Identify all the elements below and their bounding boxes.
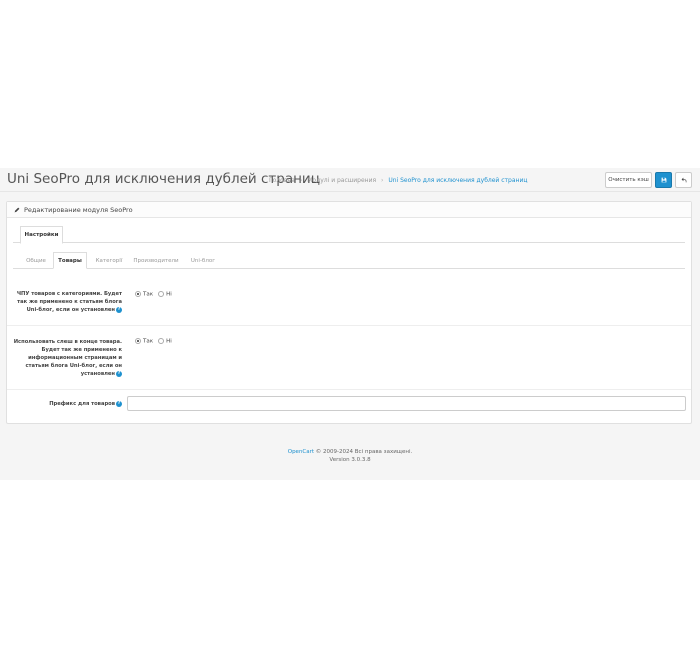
- help-icon[interactable]: ?: [116, 400, 122, 407]
- sub-tabs: Общие Товары Категорії Производители Uni…: [13, 252, 685, 269]
- radio-no[interactable]: Ні: [158, 291, 172, 298]
- tab-uni-blog[interactable]: Uni-блог: [183, 252, 223, 269]
- field-label: Использовать слеш в конце товара. Будет …: [7, 338, 122, 378]
- panel-heading-text: Редактирование модуля SeoPro: [24, 205, 133, 214]
- field-label: ЧПУ товаров с категориями. Будет так же …: [7, 290, 122, 314]
- back-button[interactable]: [675, 172, 692, 188]
- field-label-text: Префикс для товаров: [49, 401, 115, 407]
- tab-manufacturers[interactable]: Производители: [131, 252, 181, 269]
- form-row-trailing-slash: Использовать слеш в конце товара. Будет …: [7, 326, 691, 390]
- field-label-text: ЧПУ товаров с категориями. Будет так же …: [16, 291, 122, 313]
- opencart-link[interactable]: OpenCart: [288, 449, 314, 455]
- help-icon[interactable]: ?: [116, 306, 122, 313]
- help-icon[interactable]: ?: [116, 370, 122, 377]
- radio-group: Так Ні: [135, 291, 172, 298]
- breadcrumb-separator: ›: [381, 177, 384, 184]
- header-actions: Очистить кэш: [605, 172, 692, 188]
- breadcrumb-separator: ›: [299, 177, 303, 184]
- copyright-text: © 2009-2024 Всі права захищені.: [314, 449, 413, 455]
- tab-products[interactable]: Товары: [53, 252, 87, 269]
- save-icon: [661, 177, 666, 183]
- form-row-product-prefix: Префикс для товаров?: [7, 390, 691, 420]
- field-label-text: Использовать слеш в конце товара. Будет …: [13, 339, 122, 377]
- breadcrumb-current[interactable]: Uni SeoPro для исключения дублей страниц: [388, 177, 527, 184]
- product-prefix-input[interactable]: [127, 396, 686, 411]
- tab-general[interactable]: Общие: [19, 252, 53, 269]
- radio-icon[interactable]: [158, 291, 165, 297]
- app-window: Uni SeoPro для исключения дублей страниц…: [0, 168, 700, 480]
- radio-yes[interactable]: Так: [135, 338, 153, 345]
- back-arrow-icon: [681, 177, 686, 183]
- save-button[interactable]: [655, 172, 672, 188]
- footer-version: Version 3.0.3.8: [329, 457, 371, 463]
- panel-heading: Редактирование модуля SeoPro: [7, 202, 691, 218]
- breadcrumb-extensions[interactable]: Модулі и расширения: [307, 177, 376, 184]
- radio-checked-icon[interactable]: [135, 338, 141, 344]
- main-tabs: Настройки: [13, 226, 685, 244]
- radio-no[interactable]: Ні: [158, 338, 172, 345]
- radio-group: Так Ні: [135, 338, 172, 345]
- tab-settings[interactable]: Настройки: [20, 226, 63, 244]
- footer-copyright: OpenCart © 2009-2024 Всі права захищені.: [0, 448, 700, 456]
- clear-cache-button[interactable]: Очистить кэш: [605, 172, 652, 188]
- radio-checked-icon[interactable]: [135, 291, 141, 297]
- breadcrumb: Головна › Модулі и расширения › Uni SeoP…: [269, 177, 527, 184]
- module-edit-panel: Редактирование модуля SeoPro Настройки О…: [6, 201, 692, 424]
- radio-icon[interactable]: [158, 338, 165, 344]
- tab-categories[interactable]: Категорії: [89, 252, 129, 269]
- pencil-icon: [14, 207, 20, 212]
- breadcrumb-home[interactable]: Головна: [269, 177, 295, 184]
- form-row-seo-url-categories: ЧПУ товаров с категориями. Будет так же …: [7, 272, 691, 326]
- field-label: Префикс для товаров?: [7, 400, 122, 408]
- page-header: Uni SeoPro для исключения дублей страниц…: [0, 168, 700, 192]
- footer: OpenCart © 2009-2024 Всі права захищені.…: [0, 448, 700, 464]
- radio-yes[interactable]: Так: [135, 291, 153, 298]
